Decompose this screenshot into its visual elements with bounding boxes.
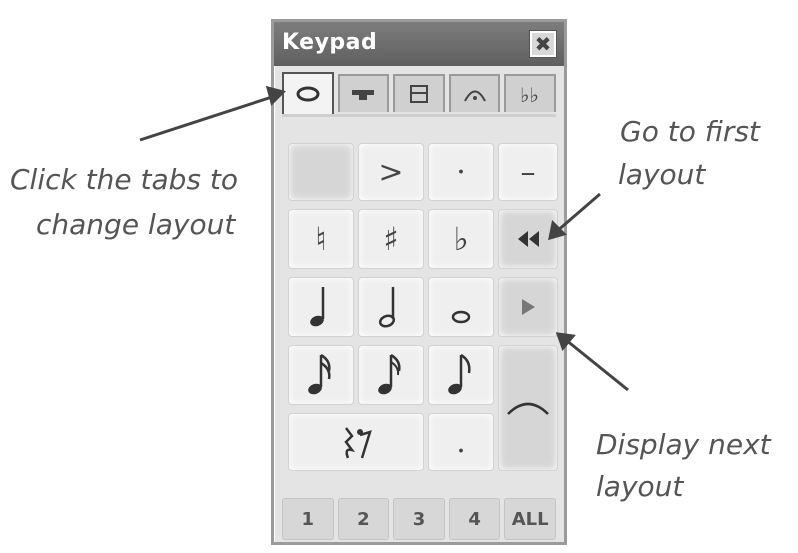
annotation-arrows — [139, 85, 629, 392]
arrow-tabs — [139, 85, 286, 142]
arrow-first-layout — [548, 192, 601, 241]
arrow-next-layout — [555, 332, 629, 392]
